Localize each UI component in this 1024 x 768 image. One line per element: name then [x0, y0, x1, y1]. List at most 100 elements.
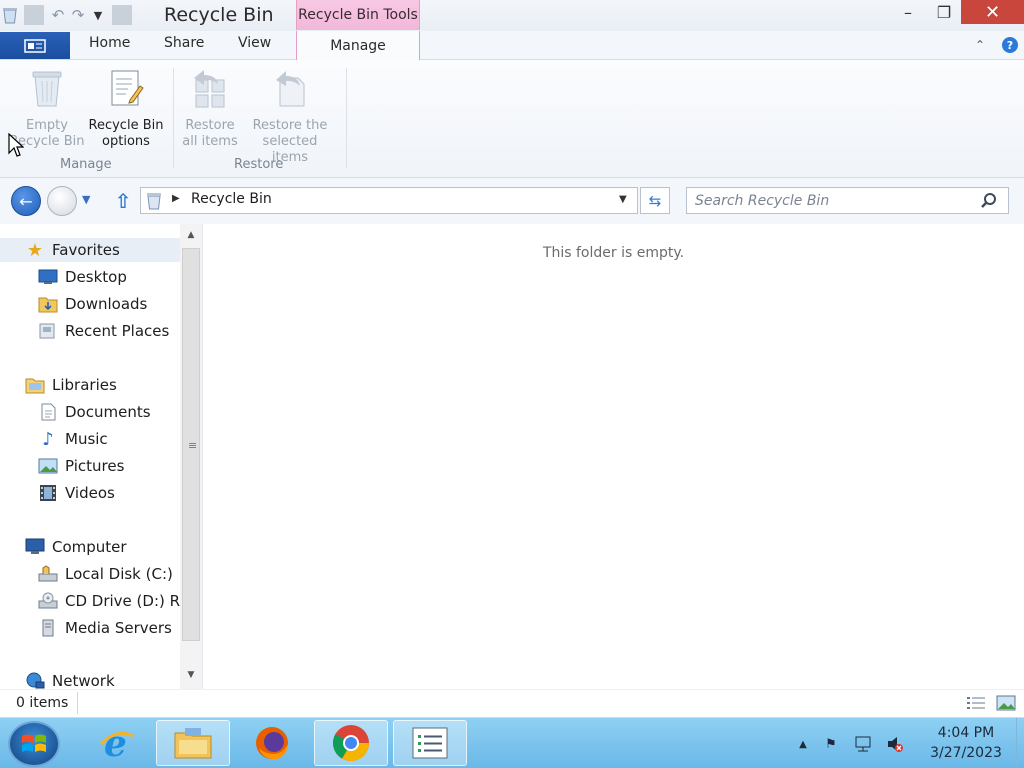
nav-item-music[interactable]: ♪ Music [37, 427, 108, 451]
details-view-icon[interactable] [966, 695, 986, 711]
recent-locations-dropdown[interactable]: ▼ [82, 193, 90, 206]
recycle-bin-icon [27, 66, 67, 110]
computer-icon [24, 537, 46, 557]
up-button[interactable]: ⇧ [112, 189, 134, 213]
network-icon [24, 671, 46, 689]
tab-share[interactable]: Share [164, 35, 204, 51]
windows-logo-icon [22, 734, 46, 752]
nav-item-media-servers[interactable]: Media Servers [37, 616, 172, 640]
help-icon[interactable]: ? [1002, 37, 1018, 53]
nav-item-downloads[interactable]: Downloads [37, 292, 147, 316]
clock-date[interactable]: 3/27/2023 [916, 745, 1016, 761]
taskbar-firefox[interactable] [235, 720, 309, 766]
show-hidden-icons-icon[interactable]: ▲ [794, 735, 812, 753]
nav-label: Music [65, 430, 108, 448]
star-icon: ★ [26, 239, 44, 261]
desktop-icon [37, 267, 59, 287]
close-button[interactable]: ✕ [961, 0, 1024, 24]
scroll-up-arrow-icon[interactable]: ▲ [180, 230, 202, 240]
group-separator [346, 68, 347, 168]
empty-label-1: Empty [26, 118, 68, 133]
breadcrumb-chevron-icon[interactable]: ▶ [172, 193, 180, 204]
file-tab[interactable] [0, 32, 70, 59]
mouse-cursor-icon [8, 133, 24, 157]
address-dropdown-icon[interactable]: ▼ [619, 194, 627, 205]
show-desktop-button[interactable] [1016, 718, 1024, 768]
large-icons-view-icon[interactable] [996, 695, 1016, 711]
restore-all-icon [190, 66, 230, 110]
notepad-list-icon [412, 727, 448, 759]
nav-item-pictures[interactable]: Pictures [37, 454, 124, 478]
navigation-pane: ★ Favorites Desktop Downloads Recent Pla… [0, 224, 203, 689]
tab-home[interactable]: Home [89, 35, 130, 51]
chrome-icon [332, 725, 369, 762]
taskbar-file-explorer[interactable] [156, 720, 230, 766]
tab-view[interactable]: View [238, 35, 271, 51]
nav-label: Recent Places [65, 322, 170, 340]
search-input[interactable] [695, 191, 965, 211]
refresh-button[interactable]: ⇆ [640, 187, 670, 214]
volume-muted-icon[interactable] [886, 735, 904, 753]
nav-label: Media Servers [65, 619, 172, 637]
nav-item-libraries[interactable]: Libraries [24, 373, 117, 397]
address-bar[interactable]: ▶ Recycle Bin ▼ [140, 187, 638, 214]
minimize-button[interactable]: – [888, 0, 928, 24]
nav-item-favorites[interactable]: ★ Favorites [0, 238, 180, 262]
taskbar-internet-explorer[interactable]: e [80, 720, 154, 766]
nav-item-videos[interactable]: Videos [37, 481, 115, 505]
nav-item-desktop[interactable]: Desktop [37, 265, 127, 289]
back-button[interactable]: ← [11, 186, 41, 216]
undo-icon[interactable]: ↶ [48, 5, 68, 25]
restore-sel-label-1: Restore the [252, 118, 328, 133]
tab-manage[interactable]: Manage [296, 31, 420, 61]
restore-all-items-button[interactable]: Restore all items [170, 66, 250, 150]
search-box[interactable] [686, 187, 1009, 214]
group-label-restore: Restore [234, 157, 284, 172]
search-icon[interactable] [979, 191, 999, 211]
start-button[interactable] [8, 721, 60, 767]
firefox-icon [256, 727, 288, 760]
pictures-icon [37, 456, 59, 476]
scroll-grip-icon: ≡ [188, 439, 198, 452]
action-center-flag-icon[interactable]: ⚑ [822, 735, 840, 753]
cd-drive-icon [37, 591, 59, 611]
qat-separator [24, 5, 44, 25]
nav-label: Documents [65, 403, 151, 421]
redo-icon[interactable]: ↷ [68, 5, 88, 25]
restore-selected-items-button[interactable]: Restore the selected items [244, 66, 336, 166]
nav-scrollbar[interactable]: ▲ ≡ ▼ [180, 224, 202, 689]
breadcrumb-recycle-bin[interactable]: Recycle Bin [191, 191, 272, 207]
nav-item-recent-places[interactable]: Recent Places [37, 319, 169, 343]
scroll-thumb[interactable]: ≡ [182, 248, 200, 641]
maximize-button[interactable]: ❐ [928, 0, 960, 24]
file-list-pane[interactable]: This folder is empty. [203, 224, 1024, 689]
nav-item-documents[interactable]: Documents [37, 400, 151, 424]
title-bar: ↶ ↷ ▼ Recycle Bin Recycle Bin Tools – ❐ … [0, 0, 1024, 31]
clock-time[interactable]: 4:04 PM [916, 725, 1016, 741]
arrow-left-icon: ← [19, 191, 33, 211]
scroll-down-arrow-icon[interactable]: ▼ [180, 670, 202, 680]
libraries-icon [24, 375, 46, 395]
nav-item-cd-drive[interactable]: CD Drive (D:) RED [37, 589, 201, 613]
recycle-bin-options-button[interactable]: Recycle Bin options [86, 66, 166, 150]
navigation-bar: ← ▼ ⇧ ▶ Recycle Bin ▼ ⇆ [0, 178, 1024, 224]
nav-label: Network [52, 672, 115, 689]
network-status-icon[interactable] [854, 735, 872, 753]
qat-separator [112, 5, 132, 25]
recycle-bin-icon[interactable] [0, 5, 20, 25]
customize-qat-icon[interactable]: ▼ [88, 5, 108, 25]
nav-item-network[interactable]: Network [24, 669, 115, 689]
nav-item-computer[interactable]: Computer [24, 535, 127, 559]
svg-text:e: e [104, 724, 127, 762]
taskbar-chrome[interactable] [314, 720, 388, 766]
nav-item-local-disk[interactable]: Local Disk (C:) [37, 562, 173, 586]
minimize-ribbon-icon[interactable]: ⌃ [975, 38, 985, 52]
videos-icon [37, 483, 59, 503]
forward-button[interactable] [47, 186, 77, 216]
nav-label: Libraries [52, 376, 117, 394]
nav-label: Favorites [52, 241, 120, 259]
taskbar-notepad[interactable] [393, 720, 467, 766]
ribbon: Empty Recycle Bin Recycle Bin options Re… [0, 60, 1024, 178]
nav-label: Downloads [65, 295, 148, 313]
recent-places-icon [37, 321, 59, 341]
